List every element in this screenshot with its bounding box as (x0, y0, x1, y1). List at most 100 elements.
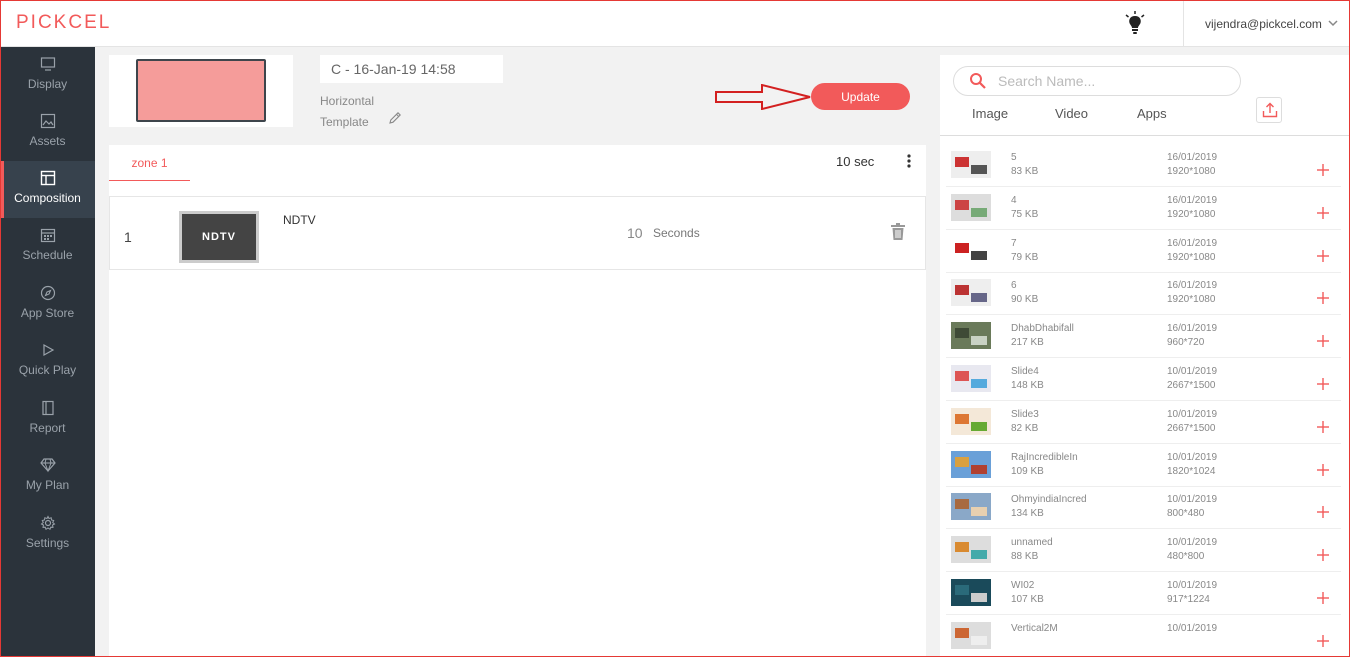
media-thumbnail (951, 236, 991, 264)
list-item[interactable]: 4 75 KB 16/01/2019 1920*1080 (946, 187, 1341, 230)
media-size: 134 KB (1011, 508, 1044, 520)
media-thumbnail (951, 579, 991, 606)
media-thumbnail (951, 365, 991, 392)
add-icon[interactable] (1316, 505, 1330, 519)
sidebar-item-label: Report (29, 421, 66, 435)
media-resolution: 800*480 (1167, 508, 1205, 520)
add-icon[interactable] (1316, 548, 1330, 562)
list-item[interactable]: Vertical2M 10/01/2019 (946, 615, 1341, 657)
lightbulb-icon[interactable] (1124, 11, 1146, 35)
sidebar-item-quick-play[interactable]: Quick Play (0, 333, 95, 390)
media-resolution: 1920*1080 (1167, 166, 1216, 177)
chevron-down-icon[interactable] (1327, 17, 1339, 29)
list-item[interactable]: DhabDhabifall 217 KB 16/01/2019 960*720 (946, 315, 1341, 359)
media-size: 79 KB (1011, 251, 1039, 263)
media-size: 88 KB (1011, 551, 1039, 563)
media-size: 82 KB (1011, 422, 1039, 434)
list-item[interactable]: WI02 107 KB 10/01/2019 917*1224 (946, 572, 1341, 615)
pencil-icon[interactable] (388, 111, 402, 125)
add-icon[interactable] (1316, 634, 1330, 648)
sidebar-item-assets[interactable]: Assets (0, 104, 95, 161)
sidebar-item-composition[interactable]: Composition (0, 161, 95, 218)
sidebar-item-report[interactable]: Report (0, 391, 95, 448)
tab-image[interactable]: Image (972, 106, 1008, 121)
media-thumbnail (951, 493, 991, 521)
pickcel-logo[interactable]: PICKCEL (16, 12, 111, 34)
trash-icon[interactable] (890, 223, 906, 241)
row-index: 1 (124, 229, 132, 245)
media-size: 75 KB (1011, 208, 1039, 220)
media-name: NDTV (283, 213, 316, 227)
media-date: 10/01/2019 (1167, 451, 1218, 463)
tab-video[interactable]: Video (1055, 106, 1088, 121)
media-thumbnail (951, 621, 991, 649)
add-icon[interactable] (1316, 291, 1330, 305)
media-size: 107 KB (1011, 594, 1044, 605)
media-size: 90 KB (1011, 294, 1039, 306)
sidebar-item-app-store[interactable]: App Store (0, 276, 95, 333)
panel-divider (940, 135, 1350, 136)
media-thumbnail: NDTV (179, 211, 259, 263)
media-resolution: 917*1224 (1167, 594, 1210, 605)
media-date: 16/01/2019 (1167, 280, 1218, 292)
sidebar-item-schedule[interactable]: Schedule (0, 218, 95, 275)
user-email[interactable]: vijendra@pickcel.com (1205, 17, 1322, 31)
upload-button[interactable] (1256, 97, 1282, 123)
sidebar-item-label: Display (27, 77, 68, 91)
media-size: 148 KB (1011, 380, 1044, 391)
add-icon[interactable] (1316, 463, 1330, 477)
layout-icon (40, 170, 55, 186)
media-date: 10/01/2019 (1167, 408, 1218, 420)
list-item[interactable]: 6 90 KB 16/01/2019 1920*1080 (946, 272, 1341, 316)
media-library-panel: Image Video Apps 5 83 KB 16/01/2019 1920*10… (940, 55, 1350, 657)
table-row[interactable]: 1 NDTV NDTV 10 Seconds (109, 196, 926, 270)
sidebar-item-settings[interactable]: Settings (0, 506, 95, 563)
list-item[interactable]: RajIncredibleIn 109 KB 10/01/2019 1820*1024 (946, 444, 1341, 487)
media-date: 16/01/2019 (1167, 237, 1218, 249)
media-name: 5 (1011, 152, 1017, 163)
sidebar-item-display[interactable]: Display (0, 47, 95, 104)
sidebar-item-label: My Plan (25, 478, 70, 492)
list-item[interactable]: Slide3 82 KB 10/01/2019 2667*1500 (946, 401, 1341, 444)
add-icon[interactable] (1316, 249, 1330, 263)
list-item[interactable]: 5 83 KB 16/01/2019 1920*1080 (946, 144, 1341, 187)
orientation-label: Horizontal (320, 94, 375, 108)
add-icon[interactable] (1316, 206, 1330, 220)
list-item[interactable]: Slide4 148 KB 10/01/2019 2667*1500 (946, 358, 1341, 401)
add-icon[interactable] (1316, 591, 1330, 605)
composition-name-field[interactable]: C - 16-Jan-19 14:58 (320, 55, 503, 83)
compass-icon (40, 285, 55, 301)
media-thumbnail (951, 193, 991, 221)
list-item[interactable]: unnamed 88 KB 10/01/2019 480*800 (946, 529, 1341, 573)
media-resolution: 1920*1080 (1167, 294, 1216, 306)
add-icon[interactable] (1316, 377, 1330, 391)
add-icon[interactable] (1316, 420, 1330, 434)
sidebar-item-label: Schedule (22, 248, 73, 262)
add-icon[interactable] (1316, 334, 1330, 348)
sidebar-item-label: Assets (29, 134, 66, 148)
search-icon (970, 73, 986, 89)
update-button[interactable]: Update (811, 83, 910, 110)
more-vertical-icon[interactable] (904, 153, 914, 169)
media-size: 109 KB (1011, 465, 1044, 477)
sidebar-item-label: Composition (14, 191, 81, 205)
media-thumbnail (951, 279, 991, 307)
zone-panel: zone 1 10 sec 1 NDTV NDTV 10 Seconds (109, 145, 926, 657)
template-preview[interactable] (109, 55, 293, 127)
media-list: 5 83 KB 16/01/2019 1920*1080 4 75 KB 16/01/201… (940, 144, 1350, 657)
duration-value[interactable]: 10 (627, 225, 643, 241)
list-item[interactable]: OhmyindiaIncred 134 KB 10/01/2019 800*480 (946, 486, 1341, 530)
add-icon[interactable] (1316, 163, 1330, 177)
search-input[interactable] (998, 69, 1228, 93)
media-thumbnail (951, 536, 991, 564)
tab-zone-1[interactable]: zone 1 (109, 145, 190, 181)
tab-apps[interactable]: Apps (1137, 106, 1167, 121)
list-item[interactable]: 7 79 KB 16/01/2019 1920*1080 (946, 230, 1341, 273)
zone-duration: 10 sec (836, 154, 875, 169)
media-name: 7 (1011, 237, 1017, 249)
sidebar-item-my-plan[interactable]: My Plan (0, 448, 95, 505)
media-resolution: 2667*1500 (1167, 422, 1216, 434)
media-date: 10/01/2019 (1167, 366, 1218, 377)
sidebar: Display Assets Composition Schedule App … (0, 47, 95, 657)
monitor-icon (40, 57, 55, 71)
